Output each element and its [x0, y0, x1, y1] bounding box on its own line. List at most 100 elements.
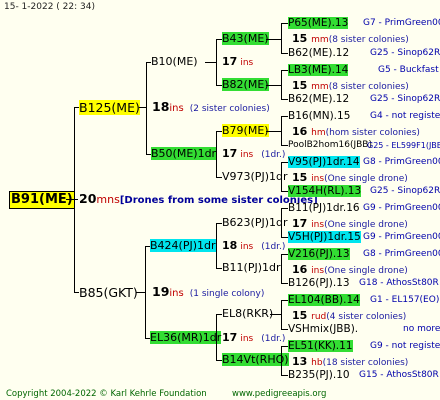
- connector: [145, 246, 146, 338]
- connector: [281, 116, 282, 145]
- node-gen3-0[interactable]: B43(ME): [222, 32, 269, 45]
- node-gen4-15[interactable]: V216(PJ).13: [288, 248, 350, 260]
- connector: [216, 131, 217, 178]
- root-node[interactable]: B91(ME): [9, 191, 75, 209]
- connector: [281, 254, 288, 255]
- node-gen4-3[interactable]: LB3(ME).14: [288, 64, 349, 76]
- gen4-21-origin: G9 - not registe: [370, 341, 440, 351]
- gen4-11-origin: G25 - Sinop62R: [370, 186, 440, 196]
- node-gen4-20[interactable]: VSHmix(JBB).: [288, 323, 358, 335]
- gen4-16-drone-info: 16 ins(One single drone): [292, 263, 408, 276]
- connector: [281, 70, 288, 71]
- node-gen2-1[interactable]: B50(ME)1dr: [151, 147, 217, 160]
- gen4-12-origin: G9 - PrimGreen00: [363, 203, 440, 213]
- node-gen3-1[interactable]: B82(ME): [222, 78, 269, 91]
- node-gen4-5[interactable]: B62(ME).12: [288, 93, 349, 105]
- connector: [266, 85, 282, 86]
- gen2-2-drone-info: 18 ins (1dr.): [222, 239, 286, 252]
- node-gen4-14[interactable]: V5H(PJ)1dr.15: [288, 231, 361, 243]
- connector: [281, 300, 282, 329]
- connector: [266, 131, 282, 132]
- gen4-15-origin: G8 - PrimGreen00: [363, 249, 440, 259]
- connector: [216, 223, 217, 269]
- node-gen4-11[interactable]: V154H(RL).13: [288, 185, 362, 197]
- connector: [281, 237, 288, 238]
- gen4-18-origin: G1 - EL157(EO): [370, 295, 440, 305]
- connector: [281, 191, 288, 192]
- gen4-7-drone-info: 16 hm(hom sister colonies): [292, 125, 420, 138]
- connector: [281, 162, 282, 192]
- node-gen4-17[interactable]: B126(PJ).13: [288, 277, 350, 289]
- gen4-23-origin: G15 - AthosSt80R: [359, 370, 439, 380]
- node-gen4-21[interactable]: EL51(KK).11: [288, 340, 353, 352]
- gen2-3-drone-info: 17 ins (1dr.): [222, 331, 286, 344]
- connector: [281, 300, 288, 301]
- timestamp: 15- 1-2022 ( 22: 34): [4, 2, 95, 12]
- node-gen4-12[interactable]: B11(PJ)1dr.16: [288, 202, 360, 214]
- gen4-10-drone-info: 15 ins(One single drone): [292, 171, 408, 184]
- gen4-4-drone-info: 15 mm(8 sister colonies): [292, 79, 409, 92]
- node-gen4-18[interactable]: EL104(BB).14: [288, 294, 360, 306]
- node-gen3-7[interactable]: B14Vt(RHO): [222, 353, 289, 366]
- gen4-0-origin: G7 - PrimGreen00: [363, 18, 440, 28]
- node-gen4-9[interactable]: V95(PJ)1dr.14: [288, 156, 360, 168]
- gen4-13-drone-info: 17 ins(One single drone): [292, 217, 408, 230]
- connector: [281, 329, 288, 330]
- connector: [281, 70, 282, 100]
- connector: [146, 62, 147, 155]
- connector: [281, 208, 282, 237]
- node-gen1-1[interactable]: B85(GKT): [79, 285, 138, 300]
- gen4-2-origin: G25 - Sinop62R: [370, 48, 440, 58]
- node-gen4-6[interactable]: B16(MN).15: [288, 110, 350, 122]
- gen4-20-origin: no more: [403, 324, 440, 334]
- gen2-1-drone-info: 17 ins (1dr.): [222, 147, 286, 160]
- connector: [281, 23, 288, 24]
- node-gen4-0[interactable]: P65(ME).13: [288, 17, 349, 29]
- gen4-14-origin: G9 - PrimGreen00: [363, 232, 440, 242]
- node-gen2-3[interactable]: EL36(MR)1dr: [150, 331, 222, 344]
- node-gen3-5[interactable]: B11(PJ)1dr: [222, 261, 281, 274]
- connector: [281, 145, 288, 146]
- gen4-1-drone-info: 15 mm(8 sister colonies): [292, 32, 409, 45]
- connector: [281, 116, 288, 117]
- connector: [216, 39, 217, 86]
- connector: [216, 314, 217, 361]
- connector: [281, 208, 288, 209]
- connector: [281, 283, 288, 284]
- node-gen3-4[interactable]: B623(PJ)1dr: [222, 216, 288, 229]
- gen4-22-drone-info: 13 hb(18 sister colonies): [292, 355, 409, 368]
- node-gen4-8[interactable]: PoolB2hom16(JBB): [288, 139, 372, 151]
- connector: [281, 99, 288, 100]
- copyright: Copyright 2004-2022 © Karl Kehrle Founda…: [6, 389, 207, 399]
- node-gen3-3[interactable]: V973(PJ)1dr: [222, 170, 287, 183]
- root-drone-info: 20mns[Drones from some sister colonies]: [79, 191, 318, 206]
- node-gen3-2[interactable]: B79(ME): [222, 124, 269, 137]
- node-gen2-2[interactable]: B424(PJ)1dr: [150, 239, 216, 252]
- gen4-19-drone-info: 15 rud(4 sister colonies): [292, 309, 407, 322]
- connector: [281, 375, 288, 376]
- connector: [281, 53, 288, 54]
- gen4-3-origin: G5 - Buckfast: [378, 65, 439, 75]
- node-gen3-6[interactable]: EL8(RKR): [222, 307, 273, 320]
- connector: [281, 23, 282, 53]
- node-gen1-0[interactable]: B125(ME): [79, 100, 140, 115]
- gen4-5-origin: G25 - Sinop62R: [370, 94, 440, 104]
- gen4-17-origin: G18 - AthosSt80R: [359, 278, 439, 288]
- node-gen4-23[interactable]: B235(PJ).10: [288, 369, 350, 381]
- connector: [281, 254, 282, 283]
- connector: [281, 346, 282, 375]
- connector: [66, 199, 78, 200]
- gen1-0-drone-info: 18ins (2 sister colonies): [152, 99, 270, 114]
- gen1-1-drone-info: 19ins (1 single colony): [152, 284, 265, 299]
- gen4-6-origin: G4 - not registe: [370, 111, 440, 121]
- connector: [266, 39, 282, 40]
- gen4-9-origin: G8 - PrimGreen00: [363, 157, 440, 167]
- connector: [281, 346, 288, 347]
- gen2-0-drone-info: 17 ins: [222, 55, 254, 68]
- pedigree-canvas: 15- 1-2022 ( 22: 34) B91(ME) 20mns[Drone…: [0, 0, 440, 400]
- site-link[interactable]: www.pedigreeapis.org: [232, 389, 326, 399]
- node-gen4-2[interactable]: B62(ME).12: [288, 47, 349, 59]
- gen4-8-origin: G25 - EL599F1(JBB: [367, 141, 440, 150]
- node-gen2-0[interactable]: B10(ME): [151, 55, 198, 68]
- connector: [74, 107, 75, 293]
